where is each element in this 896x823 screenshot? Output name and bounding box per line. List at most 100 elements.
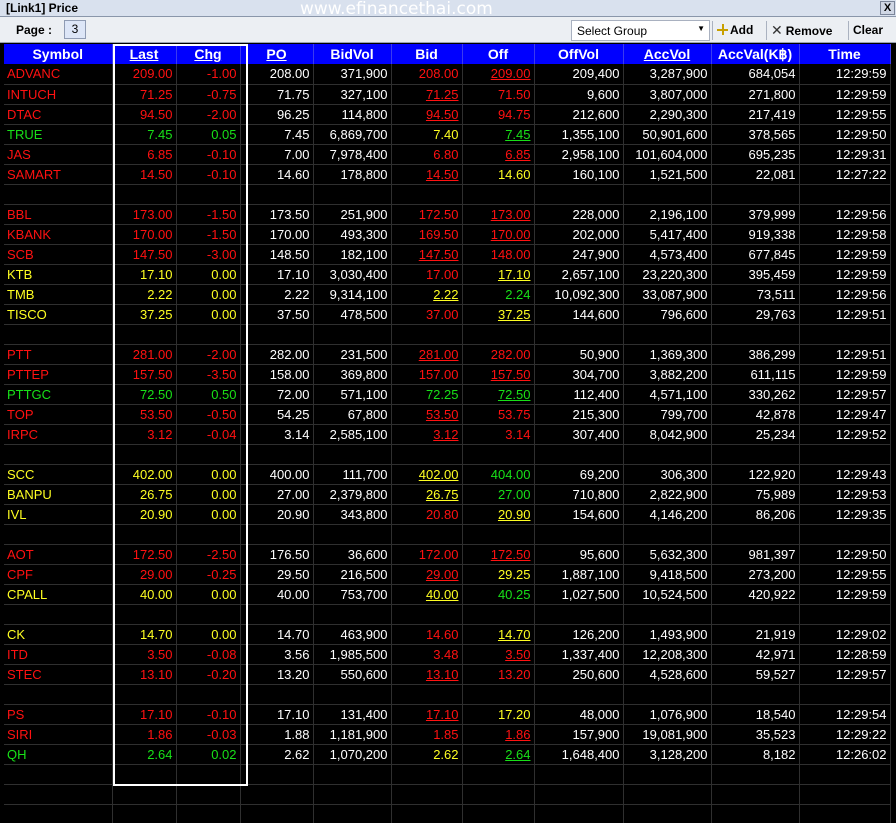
table-row[interactable]: ITD 3.50 -0.08 3.56 1,985,500 3.48 3.50 1,337,4… <box>4 644 891 665</box>
table-row[interactable]: SCB 147.50 -3.00 148.50 182,100 147.50 148.00 2… <box>4 244 891 265</box>
accvol-cell: 1,076,900 <box>623 704 712 725</box>
spacer-row <box>4 184 891 205</box>
table-row[interactable]: TRUE 7.45 0.05 7.45 6,869,700 7.40 7.45 1,355,1… <box>4 124 891 145</box>
column-header-bid[interactable]: Bid <box>391 44 463 64</box>
table-row[interactable]: SCC 402.00 0.00 400.00 111,700 402.00 404.00 69… <box>4 464 891 485</box>
accvol-cell: 5,632,300 <box>623 544 712 565</box>
table-row[interactable]: TISCO 37.25 0.00 37.50 478,500 37.00 37.25 144,… <box>4 304 891 325</box>
po-cell: 173.50 <box>240 204 314 225</box>
bidvol-cell: 343,800 <box>313 504 392 525</box>
time-cell: 12:29:55 <box>799 104 891 125</box>
time-cell: 12:29:51 <box>799 304 891 325</box>
bid-cell: 208.00 <box>391 64 463 85</box>
empty-cell <box>711 444 800 465</box>
table-row[interactable]: KBANK 170.00 -1.50 170.00 493,300 169.50 170.0… <box>4 224 891 245</box>
po-cell: 37.50 <box>240 304 314 325</box>
empty-cell <box>112 524 177 545</box>
column-header-time[interactable]: Time <box>799 44 891 64</box>
remove-button[interactable]: ✕ Remove <box>771 21 843 40</box>
empty-cell <box>112 324 177 345</box>
table-row[interactable]: IVL 20.90 0.00 20.90 343,800 20.80 20.90 154,60… <box>4 504 891 525</box>
last-cell: 157.50 <box>112 364 177 385</box>
table-row[interactable]: SAMART 14.50 -0.10 14.60 178,800 14.50 14.60 16… <box>4 164 891 185</box>
empty-cell <box>391 784 463 805</box>
table-row[interactable]: JAS 6.85 -0.10 7.00 7,978,400 6.80 6.85 2,958,1… <box>4 144 891 165</box>
symbol-cell: KBANK <box>4 224 113 245</box>
add-button[interactable]: Add <box>715 21 761 40</box>
table-row[interactable]: IRPC 3.12 -0.04 3.14 2,585,100 3.12 3.14 307,40… <box>4 424 891 445</box>
column-header-offvol[interactable]: OffVol <box>534 44 624 64</box>
table-row[interactable]: TMB 2.22 0.00 2.22 9,314,100 2.22 2.24 10,092,3… <box>4 284 891 305</box>
table-row[interactable]: STEC 13.10 -0.20 13.20 550,600 13.10 13.20 250,… <box>4 664 891 685</box>
time-cell: 12:26:02 <box>799 744 891 765</box>
table-row[interactable]: DTAC 94.50 -2.00 96.25 114,800 94.50 94.75 212,… <box>4 104 891 125</box>
empty-cell <box>240 444 314 465</box>
table-row[interactable]: INTUCH 71.25 -0.75 71.75 327,100 71.25 71.50 9,… <box>4 84 891 105</box>
table-row[interactable]: BBL 173.00 -1.50 173.50 251,900 172.50 173.00 2… <box>4 204 891 225</box>
table-row[interactable]: PTT 281.00 -2.00 282.00 231,500 281.00 282.00 5… <box>4 344 891 365</box>
empty-cell <box>112 444 177 465</box>
table-row[interactable]: AOT 172.50 -2.50 176.50 36,600 172.00 172.50 95… <box>4 544 891 565</box>
table-row[interactable]: CPALL 40.00 0.00 40.00 753,700 40.00 40.25 1,02… <box>4 584 891 605</box>
accvol-cell: 4,146,200 <box>623 504 712 525</box>
empty-cell <box>240 324 314 345</box>
time-cell: 12:29:43 <box>799 464 891 485</box>
last-cell: 14.50 <box>112 164 177 185</box>
empty-cell <box>623 804 712 823</box>
column-header-off[interactable]: Off <box>462 44 535 64</box>
close-button[interactable]: X <box>880 1 895 15</box>
table-row[interactable]: CK 14.70 0.00 14.70 463,900 14.60 14.70 126,200… <box>4 624 891 645</box>
column-header-bidvol[interactable]: BidVol <box>313 44 392 64</box>
column-header-label: Time <box>828 46 861 62</box>
chg-cell: -3.00 <box>176 244 241 265</box>
symbol-cell: ITD <box>4 644 113 665</box>
po-cell: 20.90 <box>240 504 314 525</box>
clear-button[interactable]: Clear <box>853 21 893 40</box>
offvol-cell: 1,355,100 <box>534 124 624 145</box>
page-number-field[interactable]: 3 <box>64 20 86 39</box>
offvol-cell: 247,900 <box>534 244 624 265</box>
table-row[interactable]: PTTEP 157.50 -3.50 158.00 369,800 157.00 157.5… <box>4 364 891 385</box>
accvol-cell: 1,521,500 <box>623 164 712 185</box>
accvol-cell: 9,418,500 <box>623 564 712 585</box>
select-group-dropdown[interactable]: Select Group ▼ <box>571 20 710 41</box>
table-row[interactable]: TOP 53.50 -0.50 54.25 67,800 53.50 53.75 215,30… <box>4 404 891 425</box>
column-header-accvol[interactable]: AccVol <box>623 44 712 64</box>
off-cell: 94.75 <box>462 104 535 125</box>
column-header-chg[interactable]: Chg <box>176 44 241 64</box>
column-header-po[interactable]: PO <box>240 44 314 64</box>
table-row[interactable]: KTB 17.10 0.00 17.10 3,030,400 17.00 17.10 2,65… <box>4 264 891 285</box>
empty-cell <box>391 444 463 465</box>
off-cell: 13.20 <box>462 664 535 685</box>
column-header-last[interactable]: Last <box>112 44 177 64</box>
bid-cell: 17.00 <box>391 264 463 285</box>
table-row[interactable]: ADVANC 209.00 -1.00 208.00 371,900 208.00 209.… <box>4 64 891 85</box>
empty-cell <box>623 184 712 205</box>
offvol-cell: 209,400 <box>534 64 624 85</box>
chg-cell: 0.00 <box>176 484 241 505</box>
symbol-cell: SIRI <box>4 724 113 745</box>
column-header-label: BidVol <box>330 46 374 62</box>
bidvol-cell: 178,800 <box>313 164 392 185</box>
table-row[interactable]: BANPU 26.75 0.00 27.00 2,379,800 26.75 27.00 71… <box>4 484 891 505</box>
bid-cell: 94.50 <box>391 104 463 125</box>
accvol-cell: 4,528,600 <box>623 664 712 685</box>
chg-cell: -0.75 <box>176 84 241 105</box>
empty-cell <box>462 784 535 805</box>
table-row[interactable]: PTTGC 72.50 0.50 72.00 571,100 72.25 72.50 112,… <box>4 384 891 405</box>
accvol-cell: 2,196,100 <box>623 204 712 225</box>
accvol-cell: 4,573,400 <box>623 244 712 265</box>
po-cell: 7.45 <box>240 124 314 145</box>
offvol-cell: 154,600 <box>534 504 624 525</box>
accval-cell: 35,523 <box>711 724 800 745</box>
table-row[interactable]: PS 17.10 -0.10 17.10 131,400 17.10 17.20 48,000… <box>4 704 891 725</box>
bid-cell: 71.25 <box>391 84 463 105</box>
table-row[interactable]: SIRI 1.86 -0.03 1.88 1,181,900 1.85 1.86 157,90… <box>4 724 891 745</box>
table-row[interactable]: QH 2.64 0.02 2.62 1,070,200 2.62 2.64 1,648,400… <box>4 744 891 765</box>
table-row[interactable]: CPF 29.00 -0.25 29.50 216,500 29.00 29.25 1,887… <box>4 564 891 585</box>
column-header-accval[interactable]: AccVal(K฿) <box>711 44 800 64</box>
po-cell: 2.62 <box>240 744 314 765</box>
empty-cell <box>313 764 392 785</box>
po-cell: 158.00 <box>240 364 314 385</box>
column-header-symbol[interactable]: Symbol <box>4 44 113 64</box>
